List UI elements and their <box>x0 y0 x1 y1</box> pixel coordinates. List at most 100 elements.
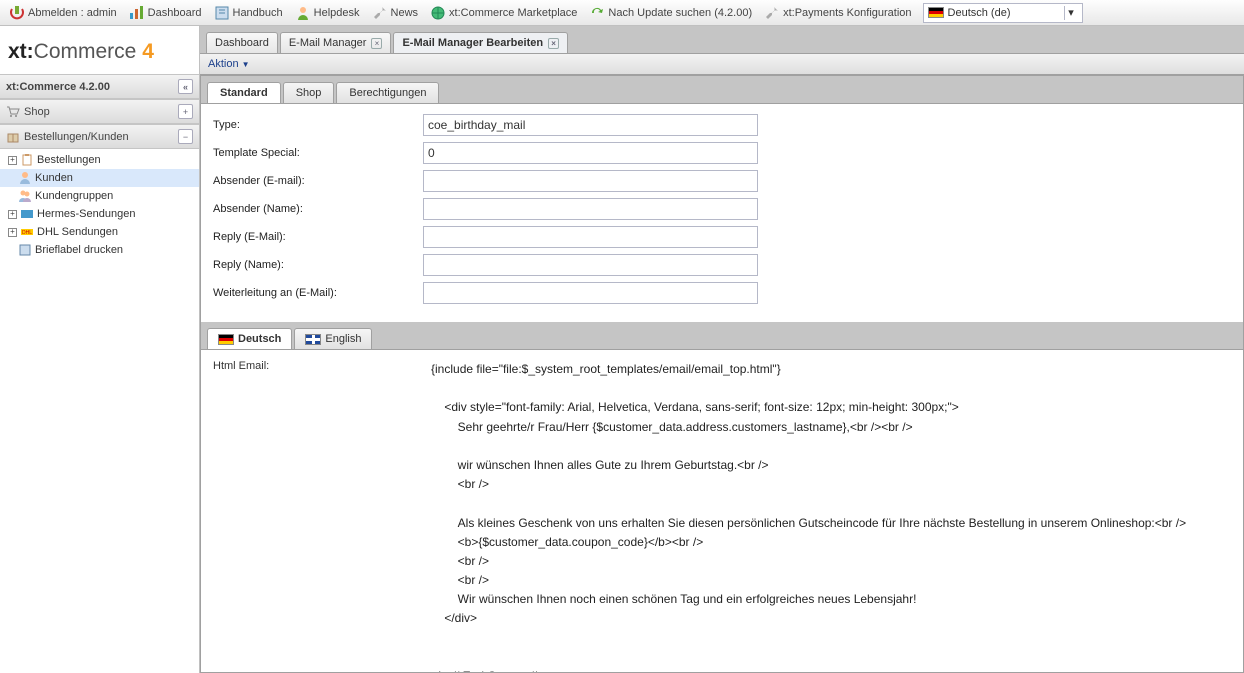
orders-label: Bestellungen/Kunden <box>24 131 129 143</box>
collapse-sidebar-button[interactable]: « <box>178 79 193 94</box>
shop-panel-header[interactable]: Shop + <box>0 99 199 124</box>
globe-icon <box>430 5 446 21</box>
handbook-button[interactable]: Handbuch <box>209 3 288 23</box>
main-tabstrip: Dashboard E-Mail Manager × E-Mail Manage… <box>200 26 1244 53</box>
tab-email-edit[interactable]: E-Mail Manager Bearbeiten × <box>393 32 568 53</box>
langtab-en[interactable]: English <box>294 328 372 349</box>
main-area: Dashboard E-Mail Manager × E-Mail Manage… <box>200 26 1244 673</box>
langtab-de[interactable]: Deutsch <box>207 328 292 349</box>
lang-selected-label: Deutsch (de) <box>948 7 1011 19</box>
tpl-label: Template Special: <box>213 147 423 159</box>
tab-dashboard-label: Dashboard <box>215 37 269 49</box>
form-panel: Type: Template Special: Absender (E-mail… <box>201 103 1243 320</box>
tpl-input[interactable] <box>423 142 758 164</box>
logout-button[interactable]: Abmelden : admin <box>4 3 122 23</box>
from-name-input[interactable] <box>423 198 758 220</box>
tree-brieflabel[interactable]: Brieflabel drucken <box>0 241 199 259</box>
top-toolbar: Abmelden : admin Dashboard Handbuch Help… <box>0 0 1244 26</box>
collapse-orders-button[interactable]: − <box>178 129 193 144</box>
plus-icon[interactable]: + <box>8 228 17 237</box>
flag-en-icon <box>305 334 321 345</box>
tree-hermes[interactable]: + Hermes-Sendungen <box>0 205 199 223</box>
sub-tabstrip: Standard Shop Berechtigungen <box>201 76 1243 103</box>
logo: xt:Commerce 4 <box>0 26 199 74</box>
marketplace-label: xt:Commerce Marketplace <box>449 7 577 19</box>
form-area: Standard Shop Berechtigungen Type: Templ… <box>200 75 1244 673</box>
expand-shop-button[interactable]: + <box>178 104 193 119</box>
logout-icon <box>9 5 25 21</box>
html-email-content[interactable]: {include file="file:$_system_root_templa… <box>431 360 1231 673</box>
plus-icon[interactable]: + <box>8 210 17 219</box>
tree-bestellungen[interactable]: + Bestellungen <box>0 151 199 169</box>
tab-dashboard[interactable]: Dashboard <box>206 32 278 53</box>
tree-kundengruppen-label: Kundengruppen <box>35 190 113 202</box>
action-menu-label: Aktion <box>208 58 239 70</box>
update-label: Nach Update suchen (4.2.00) <box>608 7 752 19</box>
reply-email-label: Reply (E-Mail): <box>213 231 423 243</box>
dashboard-button[interactable]: Dashboard <box>124 3 207 23</box>
subtab-standard[interactable]: Standard <box>207 82 281 103</box>
shop-label: Shop <box>24 106 50 118</box>
payments-label: xt:Payments Konfiguration <box>783 7 911 19</box>
close-icon[interactable]: × <box>371 38 382 49</box>
tree-dhl-label: DHL Sendungen <box>37 226 118 238</box>
language-select[interactable]: Deutsch (de) ▾ <box>923 3 1083 23</box>
subtab-perm-label: Berechtigungen <box>349 87 426 99</box>
version-panel-header: xt:Commerce 4.2.00 « <box>0 74 199 99</box>
person-icon <box>295 5 311 21</box>
marketplace-button[interactable]: xt:Commerce Marketplace <box>425 3 582 23</box>
orders-tree: + Bestellungen Kunden Kundengruppen + He… <box>0 149 199 261</box>
subtab-standard-label: Standard <box>220 87 268 99</box>
news-button[interactable]: News <box>367 3 424 23</box>
update-button[interactable]: Nach Update suchen (4.2.00) <box>584 3 757 23</box>
hermes-icon <box>20 207 34 221</box>
orders-panel-header[interactable]: Bestellungen/Kunden − <box>0 124 199 149</box>
forward-label: Weiterleitung an (E-Mail): <box>213 287 423 299</box>
flag-de-icon <box>218 334 234 345</box>
plus-icon[interactable]: + <box>8 156 17 165</box>
tree-bestellungen-label: Bestellungen <box>37 154 101 166</box>
reply-name-label: Reply (Name): <box>213 259 423 271</box>
html-email-label: Html Email: <box>213 360 423 673</box>
flag-de-icon <box>928 7 944 18</box>
from-email-input[interactable] <box>423 170 758 192</box>
tree-kunden-label: Kunden <box>35 172 73 184</box>
forward-input[interactable] <box>423 282 758 304</box>
type-label: Type: <box>213 119 423 131</box>
svg-text:DHL: DHL <box>22 230 32 236</box>
from-name-label: Absender (Name): <box>213 203 423 215</box>
tree-brieflabel-label: Brieflabel drucken <box>35 244 123 256</box>
wrench-icon <box>372 5 388 21</box>
refresh-icon <box>589 5 605 21</box>
subtab-perm[interactable]: Berechtigungen <box>336 82 439 103</box>
book-icon <box>214 5 230 21</box>
version-label: xt:Commerce 4.2.00 <box>6 81 110 93</box>
tab-email-manager[interactable]: E-Mail Manager × <box>280 32 392 53</box>
type-input[interactable] <box>423 114 758 136</box>
news-label: News <box>391 7 419 19</box>
helpdesk-button[interactable]: Helpdesk <box>290 3 365 23</box>
tree-kunden[interactable]: Kunden <box>0 169 199 187</box>
tree-dhl[interactable]: + DHL DHL Sendungen <box>0 223 199 241</box>
reply-name-input[interactable] <box>423 254 758 276</box>
clipboard-icon <box>20 153 34 167</box>
logo-version: 4 <box>142 40 154 63</box>
handbook-label: Handbuch <box>233 7 283 19</box>
sidebar: xt:Commerce 4 xt:Commerce 4.2.00 « Shop … <box>0 26 200 673</box>
logo-prefix: xt: <box>8 40 34 63</box>
wrench-icon <box>764 5 780 21</box>
tree-kundengruppen[interactable]: Kundengruppen <box>0 187 199 205</box>
tree-hermes-label: Hermes-Sendungen <box>37 208 135 220</box>
helpdesk-label: Helpdesk <box>314 7 360 19</box>
reply-email-input[interactable] <box>423 226 758 248</box>
chart-icon <box>129 5 145 21</box>
logo-main: Commerce <box>34 40 137 63</box>
payments-button[interactable]: xt:Payments Konfiguration <box>759 3 916 23</box>
close-icon[interactable]: × <box>548 38 559 49</box>
dashboard-label: Dashboard <box>148 7 202 19</box>
html-email-panel: Html Email: {include file="file:$_system… <box>201 349 1243 673</box>
logout-label: Abmelden : admin <box>28 7 117 19</box>
action-menu[interactable]: Aktion ▼ <box>208 58 250 70</box>
subtab-shop[interactable]: Shop <box>283 82 335 103</box>
print-icon <box>18 243 32 257</box>
